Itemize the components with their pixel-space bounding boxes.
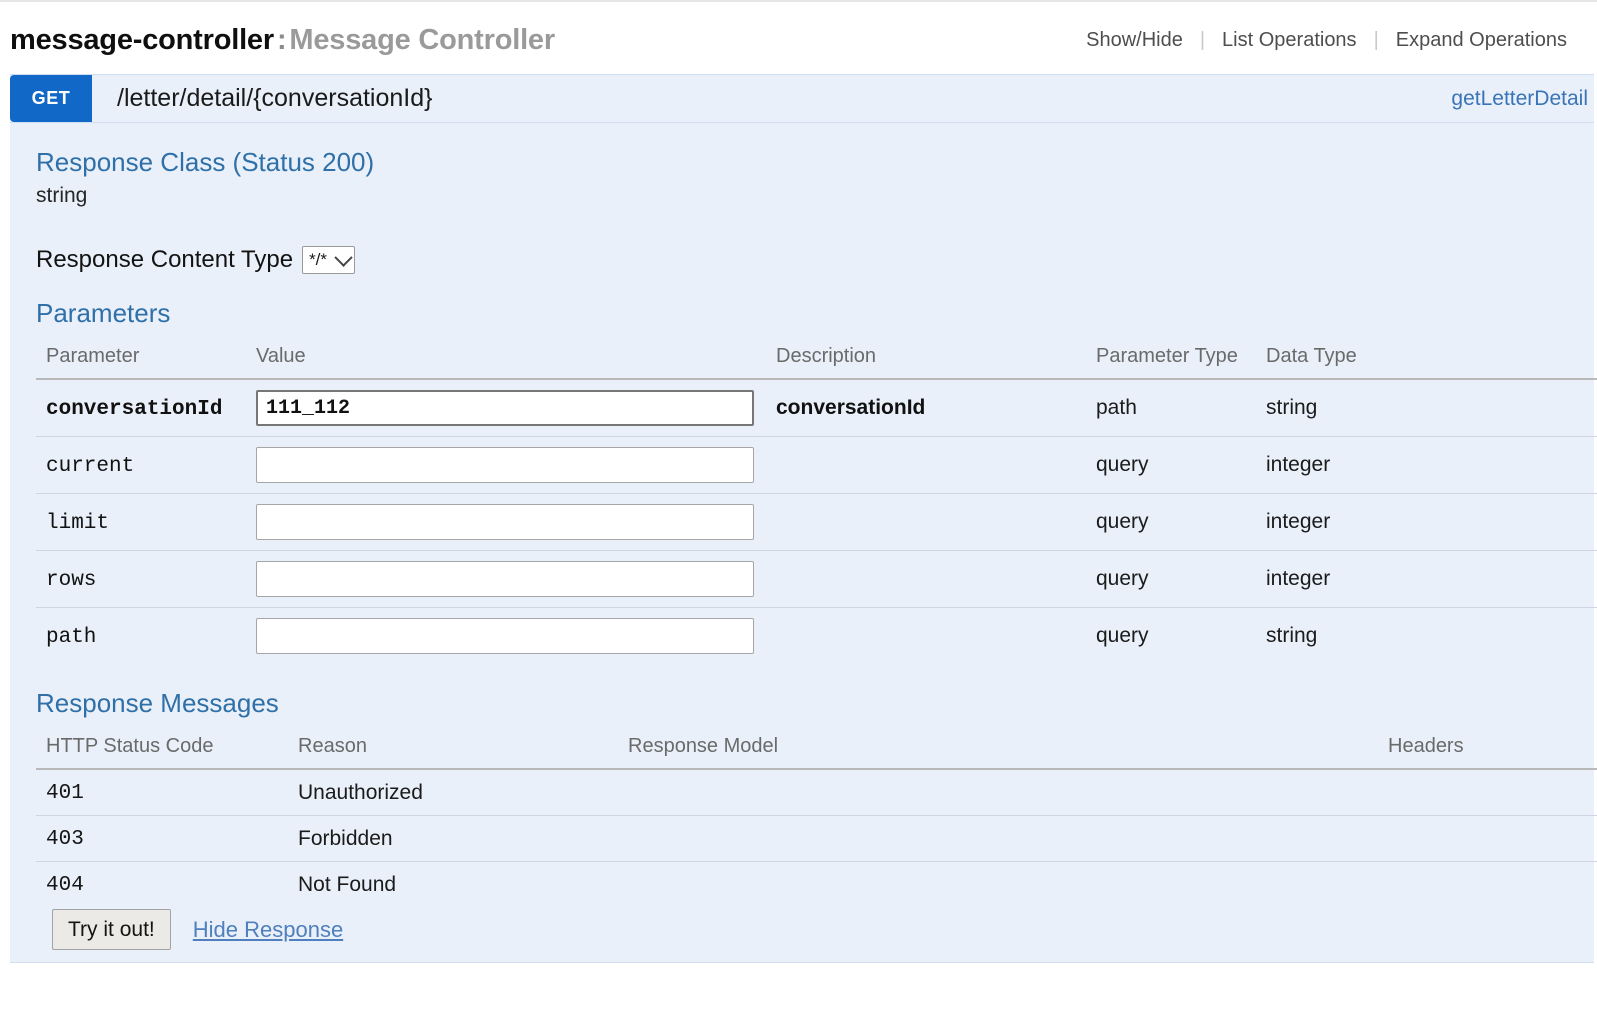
response-content-type-value: */* [309, 250, 328, 269]
parameter-value-input-path[interactable] [256, 618, 754, 654]
column-header-http-status-code: HTTP Status Code [36, 729, 288, 770]
parameter-data-type: string [1256, 379, 1597, 437]
table-row: limit query integer [36, 493, 1597, 551]
try-it-out-button[interactable]: Try it out! [52, 909, 171, 950]
column-header-reason: Reason [288, 729, 618, 770]
status-headers [1378, 769, 1597, 816]
resource-description: Message Controller [289, 23, 555, 56]
response-class-title: Response Class (Status 200) [36, 147, 375, 177]
status-headers [1378, 815, 1597, 862]
response-content-type-label: Response Content Type [36, 246, 294, 273]
response-content-type-select[interactable]: */* [302, 246, 356, 274]
parameter-description [766, 550, 1086, 608]
status-code: 401 [46, 782, 84, 805]
parameter-data-type: integer [1256, 436, 1597, 494]
parameters-table: Parameter Value Description Parameter Ty… [36, 339, 1597, 664]
resource-name: message-controller [10, 23, 274, 56]
operation-body: Response Class (Status 200) string Respo… [10, 147, 1597, 962]
parameter-name: current [46, 454, 135, 478]
column-header-data-type: Data Type [1256, 339, 1597, 380]
parameter-type: query [1086, 493, 1256, 551]
resource-title[interactable]: message-controller: Message Controller [10, 24, 555, 57]
table-row: rows query integer [36, 550, 1597, 608]
status-headers [1378, 862, 1597, 908]
response-class-model: string [36, 184, 88, 207]
column-header-headers: Headers [1378, 729, 1597, 770]
parameter-description [766, 436, 1086, 494]
table-row: 403 Forbidden [36, 815, 1597, 862]
list-operations-link[interactable]: List Operations [1205, 29, 1374, 52]
parameter-type: path [1086, 379, 1256, 437]
parameter-name: rows [46, 568, 97, 592]
response-messages-table: HTTP Status Code Reason Response Model H… [36, 729, 1597, 907]
status-reason: Unauthorized [288, 769, 618, 816]
parameters-title: Parameters [36, 298, 171, 328]
show-hide-link[interactable]: Show/Hide [1069, 29, 1200, 52]
parameters-header-row: Parameter Value Description Parameter Ty… [36, 339, 1597, 380]
parameter-data-type: string [1266, 624, 1318, 647]
parameter-name: conversationId [46, 397, 223, 421]
table-row: current query integer [36, 436, 1597, 494]
parameter-value-input-limit[interactable] [256, 504, 754, 540]
status-reason: Not Found [298, 872, 397, 896]
chevron-down-icon [334, 247, 353, 267]
hide-response-link[interactable]: Hide Response [193, 917, 343, 943]
status-response-model [618, 815, 1378, 862]
status-response-model [618, 862, 1378, 908]
parameter-value-input-conversationid[interactable] [256, 390, 754, 426]
response-content-type-row: Response Content Type */* [36, 246, 1594, 274]
table-row: 401 Unauthorized [36, 769, 1597, 816]
http-method-badge: GET [10, 75, 92, 122]
parameter-type: query [1086, 550, 1256, 608]
operation-header[interactable]: GET /letter/detail/{conversationId} getL… [10, 75, 1594, 123]
parameter-type: query [1086, 436, 1256, 494]
column-header-parameter-type: Parameter Type [1086, 339, 1256, 380]
parameter-type: query [1096, 624, 1149, 647]
operation-nickname[interactable]: getLetterDetail [1451, 75, 1594, 122]
table-row: 404 Not Found [36, 862, 1597, 908]
parameter-description [766, 608, 1086, 665]
operation-path[interactable]: /letter/detail/{conversationId} [92, 75, 1451, 122]
resource-header: message-controller: Message Controller Sh… [0, 0, 1597, 74]
parameter-data-type: integer [1256, 493, 1597, 551]
parameter-name: path [46, 625, 97, 649]
column-header-description: Description [766, 339, 1086, 380]
status-reason: Forbidden [288, 815, 618, 862]
parameter-value-input-rows[interactable] [256, 561, 754, 597]
response-messages-title: Response Messages [36, 688, 279, 718]
parameter-description [766, 493, 1086, 551]
operation-panel: GET /letter/detail/{conversationId} getL… [10, 74, 1597, 963]
resource-options: Show/Hide | List Operations | Expand Ope… [1069, 29, 1587, 52]
parameter-name: limit [46, 511, 110, 535]
column-header-response-model: Response Model [618, 729, 1378, 770]
status-code: 404 [46, 874, 84, 897]
parameter-value-input-current[interactable] [256, 447, 754, 483]
parameter-description: conversationId [776, 396, 926, 419]
table-row: path query string [36, 608, 1597, 665]
column-header-parameter: Parameter [36, 339, 246, 380]
expand-operations-link[interactable]: Expand Operations [1379, 29, 1584, 52]
status-code: 403 [46, 828, 84, 851]
operation-footer: Try it out! Hide Response [36, 903, 1594, 962]
status-response-model [618, 769, 1378, 816]
parameter-data-type: integer [1256, 550, 1597, 608]
resource-title-separator: : [276, 23, 287, 56]
column-header-value: Value [246, 339, 766, 380]
response-messages-header-row: HTTP Status Code Reason Response Model H… [36, 729, 1597, 770]
table-row: conversationId conversationId path strin… [36, 379, 1597, 437]
